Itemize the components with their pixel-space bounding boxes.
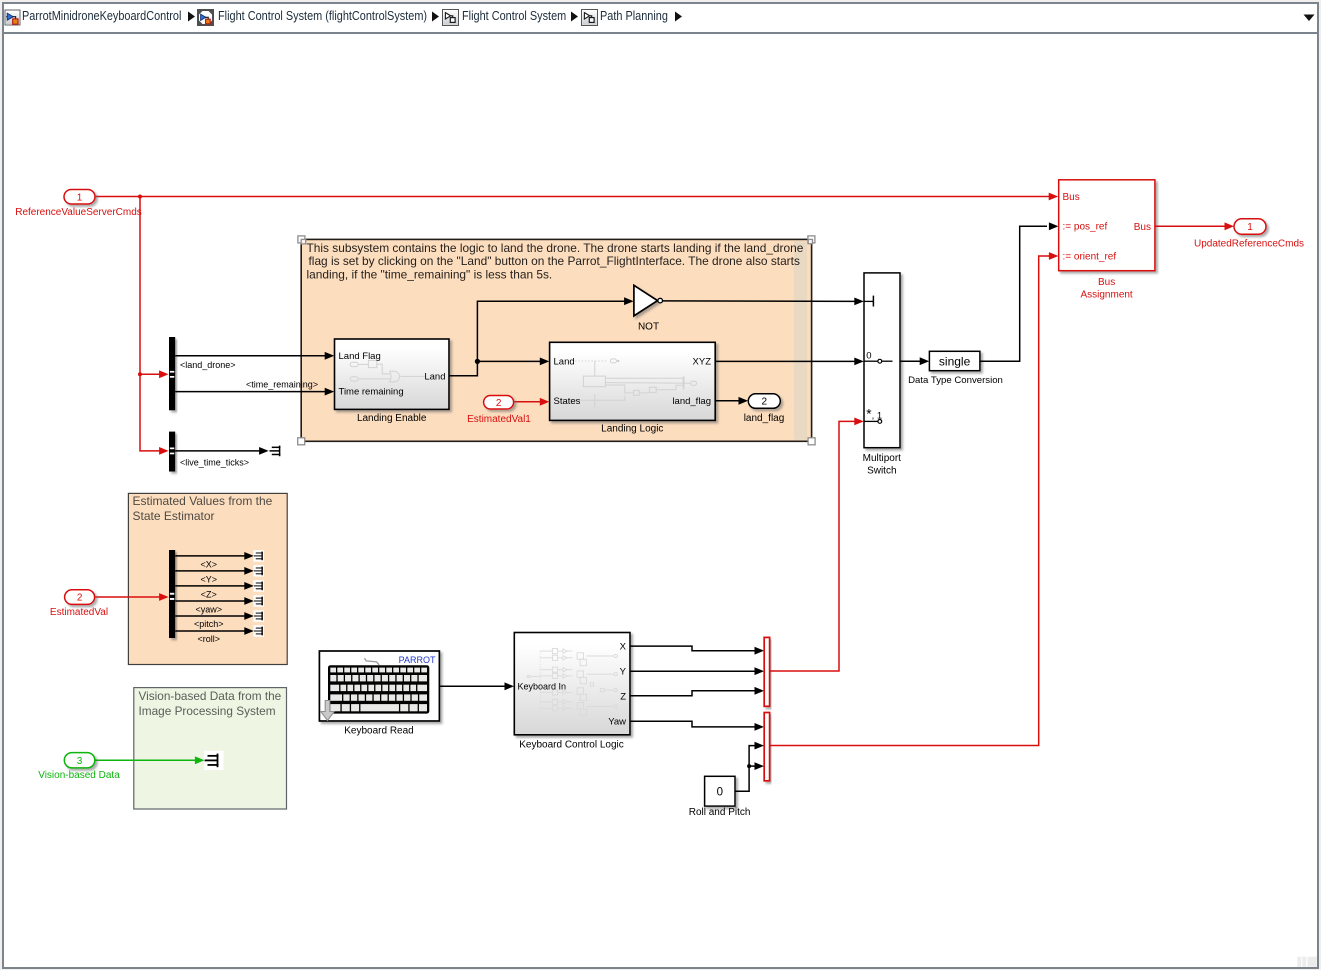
svg-text:0: 0 [866,350,871,361]
svg-text:Keyboard Control Logic: Keyboard Control Logic [519,739,624,750]
svg-text:<time_remaining>: <time_remaining> [246,380,318,390]
svg-text:Switch: Switch [867,466,896,477]
svg-text:Land: Land [554,356,575,367]
svg-text:3: 3 [77,756,83,767]
svg-text:land_flag: land_flag [672,396,711,407]
svg-text:2: 2 [496,398,502,409]
svg-text:ReferenceValueServerCmds: ReferenceValueServerCmds [15,207,142,218]
svg-text:Y: Y [620,667,627,678]
svg-text:XYZ: XYZ [693,356,712,367]
svg-text:Landing Logic: Landing Logic [601,424,663,435]
svg-text:Data Type Conversion: Data Type Conversion [908,375,1003,386]
svg-text:1: 1 [77,192,83,203]
svg-text:NOT: NOT [638,322,659,333]
svg-text::= orient_ref: := orient_ref [1063,252,1117,263]
svg-text:EstimatedVal: EstimatedVal [50,607,108,618]
svg-text:1: 1 [1247,222,1253,233]
svg-text:Land: Land [424,371,445,382]
svg-text:<roll>: <roll> [198,634,221,644]
svg-text:Estimated Values from the: Estimated Values from the [133,494,273,508]
svg-text:Keyboard Read: Keyboard Read [344,725,414,736]
svg-text:<pitch>: <pitch> [194,619,224,629]
svg-text:Multiport: Multiport [863,453,902,464]
svg-text:States: States [554,396,581,407]
svg-text:Assignment: Assignment [1080,289,1132,300]
svg-text:Land Flag: Land Flag [339,351,381,362]
svg-text:Landing Enable: Landing Enable [357,413,427,424]
svg-text:Roll and Pitch: Roll and Pitch [689,807,751,818]
svg-text:2: 2 [762,397,768,408]
svg-text:Bus: Bus [1063,192,1080,203]
svg-text:This subsystem contains the lo: This subsystem contains the logic to lan… [307,241,804,255]
svg-text:0: 0 [717,786,723,798]
svg-text:X: X [620,642,627,653]
svg-text:<Z>: <Z> [201,590,217,600]
svg-text:Bus: Bus [1134,222,1151,233]
svg-text:<yaw>: <yaw> [196,604,223,614]
svg-text:flag is set by clicking on the: flag is set by clicking on the "Land" bu… [309,254,800,268]
svg-text:land_flag: land_flag [744,413,785,424]
svg-text:Bus: Bus [1098,277,1115,288]
svg-text:PARROT: PARROT [399,655,436,665]
svg-text:<X>: <X> [201,560,218,570]
svg-text:<live_time_ticks>: <live_time_ticks> [180,458,249,468]
svg-text:single: single [939,354,971,368]
svg-text:Yaw: Yaw [608,717,626,728]
svg-text:<land_drone>: <land_drone> [180,360,236,370]
svg-text:<Y>: <Y> [201,575,218,585]
svg-text:Vision-based Data: Vision-based Data [38,770,120,781]
svg-text:Z: Z [620,692,626,703]
svg-text:Image Processing System: Image Processing System [139,704,276,718]
svg-text::= pos_ref: := pos_ref [1063,222,1108,233]
svg-text:UpdatedReferenceCmds: UpdatedReferenceCmds [1194,238,1304,249]
svg-text:landing, if the "time_remainin: landing, if the "time_remaining" is less… [307,267,553,281]
svg-text:Keyboard In: Keyboard In [518,682,567,692]
svg-text:Time remaining: Time remaining [339,387,404,398]
svg-text:Vision-based Data from the: Vision-based Data from the [139,689,282,703]
svg-text:State Estimator: State Estimator [133,509,215,523]
svg-text:EstimatedVal1: EstimatedVal1 [467,414,531,425]
svg-text:2: 2 [77,593,83,604]
